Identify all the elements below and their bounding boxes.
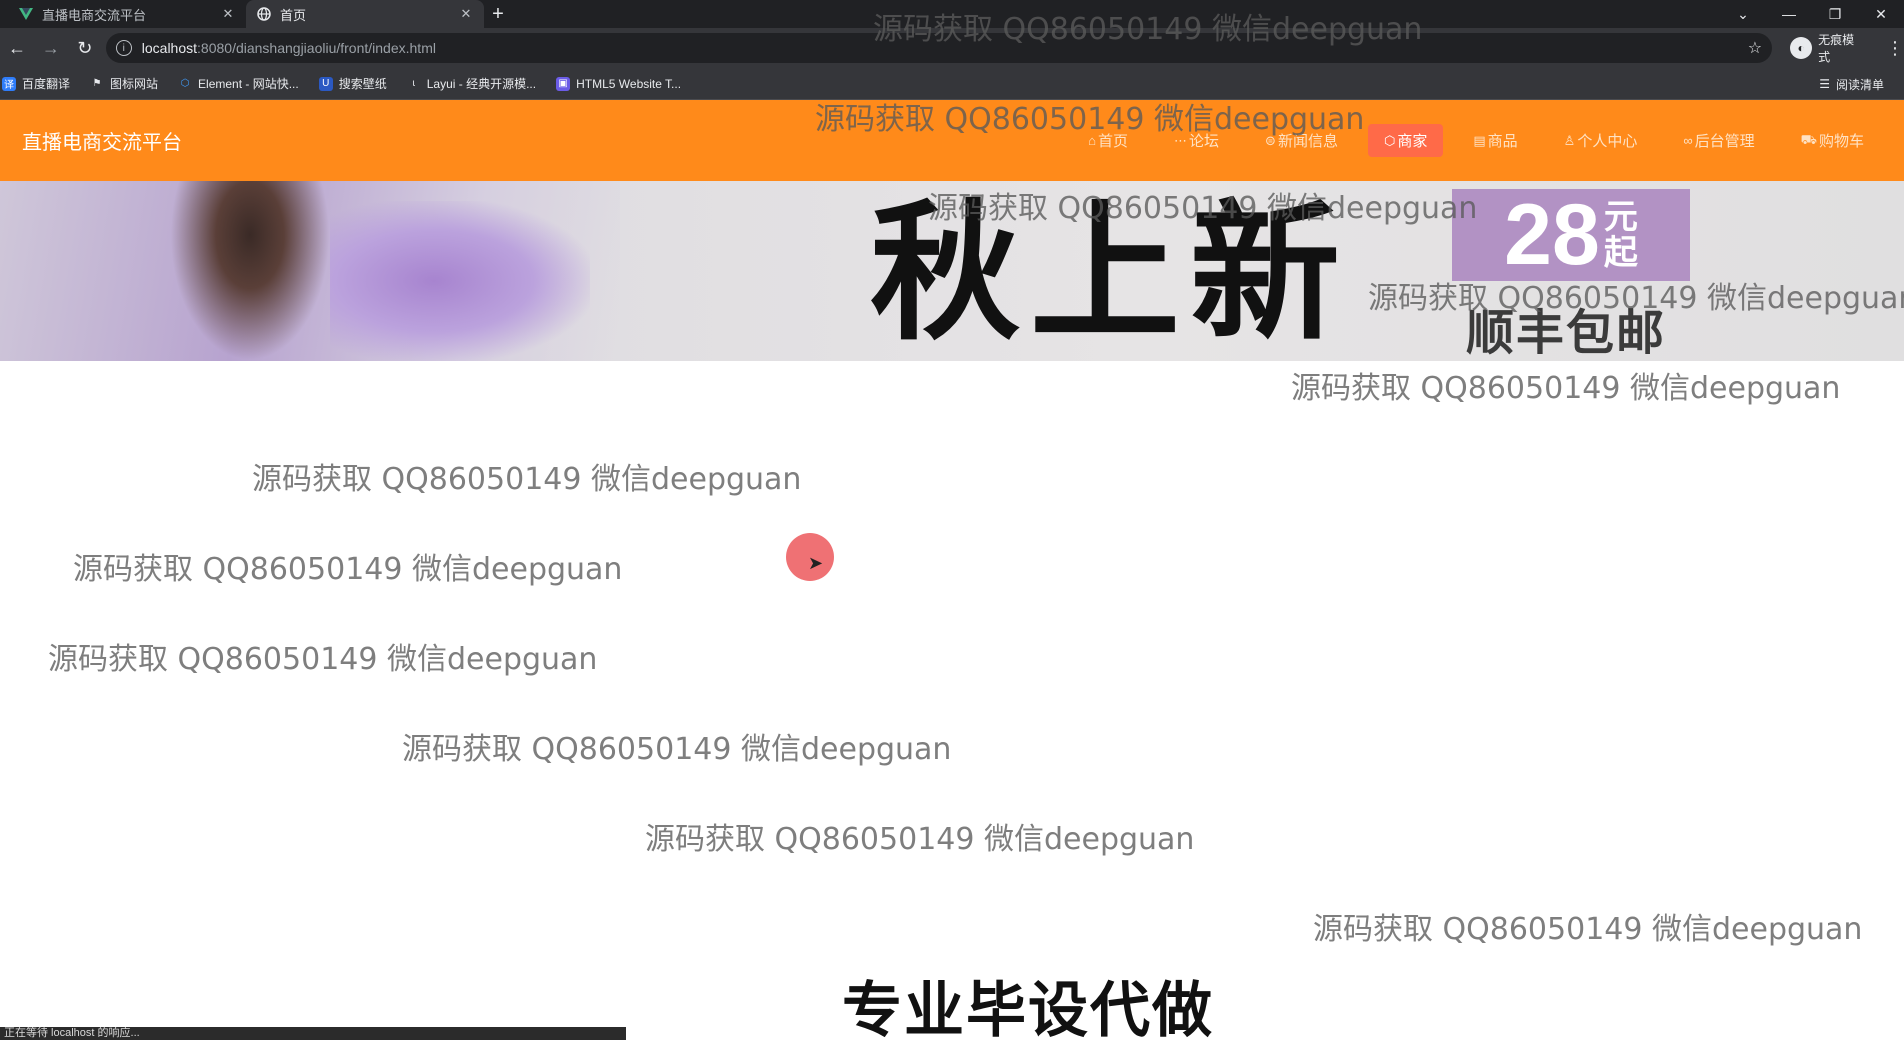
menu-item-admin[interactable]: ∞ 后台管理: [1667, 124, 1770, 157]
watermark: 源码获取 QQ86050149 微信deepguan: [402, 732, 952, 767]
watermark: 源码获取 QQ86050149 微信deepguan: [1368, 281, 1904, 316]
banner-price-badge: 28 元 起: [1452, 189, 1690, 281]
watermark: 源码获取 QQ86050149 微信deepguan: [645, 822, 1195, 857]
reading-list-label: 阅读清单: [1835, 77, 1884, 92]
window-controls: ⌄ — ❐ ✕: [1720, 0, 1904, 28]
flag-icon: ⚑: [92, 78, 102, 89]
bookmark-label: Element - 网站快...: [198, 77, 299, 91]
incognito-icon: ◐: [1790, 37, 1813, 59]
menu-item-shop[interactable]: ⬡ 商家: [1367, 124, 1444, 157]
bookmark-label: 图标网站: [110, 77, 159, 91]
close-icon[interactable]: ✕: [458, 6, 474, 22]
restore-icon[interactable]: ❐: [1812, 0, 1858, 28]
tab-title: 直播电商交流平台: [42, 7, 147, 23]
watermark: 源码获取 QQ86050149 微信deepguan: [815, 102, 1365, 137]
watermark: 源码获取 QQ86050149 微信deepguan: [873, 12, 1423, 47]
tab-home[interactable]: 首页 ✕: [246, 0, 484, 28]
incognito-indicator[interactable]: ◐ 无痕模式: [1790, 31, 1866, 65]
site-info-icon[interactable]: i: [115, 40, 132, 56]
bookmark-label: HTML5 Website T...: [576, 76, 682, 91]
html5-icon: ▣: [556, 76, 571, 91]
site-brand[interactable]: 直播电商交流平台: [22, 126, 182, 155]
user-icon: ♙: [1563, 132, 1576, 148]
cart-icon: ⛟: [1800, 131, 1817, 147]
banner-model-dress: [330, 201, 590, 361]
watermark: 源码获取 QQ86050149 微信deepguan: [928, 191, 1478, 226]
menu-item-cart[interactable]: ⛟ 购物车: [1785, 124, 1880, 157]
watermark: 源码获取 QQ86050149 微信deepguan: [1313, 912, 1863, 947]
wallpaper-icon: U: [318, 76, 333, 91]
new-tab-button[interactable]: +: [484, 0, 512, 28]
promo-overlay-text: 专业毕设代做: [842, 976, 1214, 1046]
goods-icon: ▤: [1473, 132, 1486, 148]
close-icon[interactable]: ✕: [220, 6, 236, 22]
bookmark-star-icon[interactable]: ☆: [1748, 38, 1762, 58]
bookmark-icon-site[interactable]: ⚑ 图标网站: [90, 75, 159, 92]
menu-label: 商家: [1397, 133, 1428, 150]
tab-title: 首页: [280, 7, 307, 23]
vue-logo-icon: [18, 6, 34, 22]
bookmark-label: 搜索壁纸: [338, 77, 387, 91]
price-unit-yuan: 元: [1603, 198, 1638, 236]
reload-icon[interactable]: ↻: [68, 31, 102, 65]
minimize-icon[interactable]: —: [1766, 0, 1812, 28]
menu-kebab-icon[interactable]: ⋮: [1886, 38, 1904, 59]
translate-icon: 译: [2, 76, 16, 91]
price-unit-qi: 起: [1603, 234, 1638, 272]
shop-icon: ⬡: [1383, 132, 1396, 148]
reading-list-button[interactable]: ☰ 阅读清单: [1819, 68, 1884, 100]
browser-status-bar: 正在等待 localhost 的响应...: [0, 1027, 626, 1040]
price-unit: 元 起: [1604, 199, 1638, 271]
mouse-pointer-icon: ➤: [808, 553, 824, 573]
globe-icon: [256, 6, 272, 22]
banner-model-hair: [170, 181, 330, 361]
price-number: 28: [1504, 187, 1600, 283]
watermark: 源码获取 QQ86050149 微信deepguan: [252, 462, 802, 497]
menu-label: 后台管理: [1694, 133, 1755, 150]
reading-list-icon: ☰: [1819, 77, 1830, 91]
tab-search-icon[interactable]: ⌄: [1720, 0, 1766, 28]
bookmark-layui[interactable]: ɩ Layui - 经典开源模...: [407, 75, 536, 92]
link-icon: ∞: [1683, 133, 1693, 148]
tab-platform[interactable]: 直播电商交流平台 ✕: [8, 0, 246, 28]
close-window-icon[interactable]: ✕: [1858, 0, 1904, 28]
bookmark-html5[interactable]: ▣ HTML5 Website T...: [556, 76, 682, 91]
watermark: 源码获取 QQ86050149 微信deepguan: [73, 552, 623, 587]
menu-item-goods[interactable]: ▤ 商品: [1457, 124, 1533, 157]
menu-item-profile[interactable]: ♙ 个人中心: [1548, 124, 1654, 157]
incognito-label: 无痕模式: [1818, 33, 1855, 64]
bookmark-label: Layui - 经典开源模...: [426, 77, 537, 91]
bookmark-baidu-translate[interactable]: 译 百度翻译: [2, 75, 70, 92]
url-path: :8080/dianshangjiaoliu/front/index.html: [197, 40, 436, 56]
back-icon[interactable]: ←: [0, 31, 34, 65]
bookmark-wallpaper[interactable]: U 搜索壁纸: [318, 75, 387, 92]
watermark: 源码获取 QQ86050149 微信deepguan: [1291, 371, 1841, 406]
watermark: 源码获取 QQ86050149 微信deepguan: [48, 642, 598, 677]
layui-icon: ɩ: [412, 78, 415, 89]
url-host: localhost: [141, 40, 198, 56]
forward-icon[interactable]: →: [34, 31, 68, 65]
menu-label: 购物车: [1818, 133, 1864, 150]
bookmark-element[interactable]: ⬡ Element - 网站快...: [178, 75, 299, 92]
element-icon: ⬡: [180, 78, 190, 89]
menu-label: 个人中心: [1577, 133, 1638, 150]
bookmark-label: 百度翻译: [22, 77, 71, 91]
menu-label: 商品: [1487, 133, 1518, 150]
